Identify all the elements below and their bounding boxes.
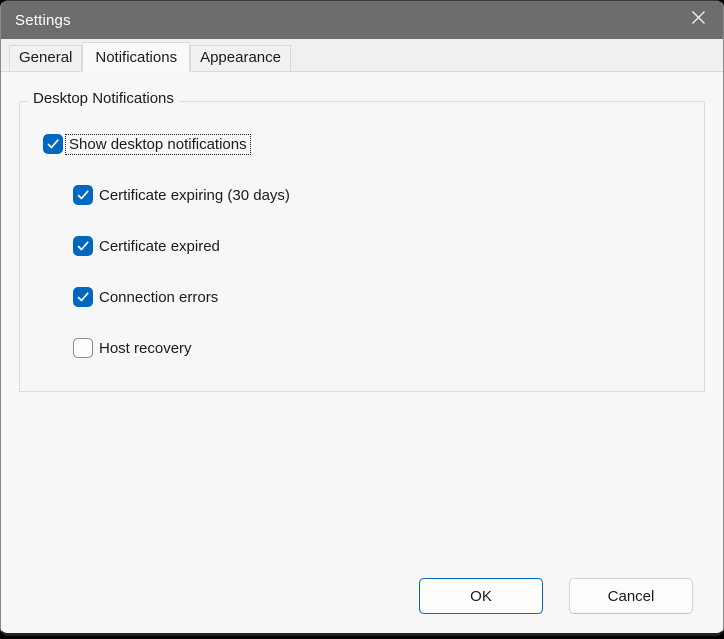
tab-bar: General Notifications Appearance <box>1 39 723 72</box>
titlebar[interactable]: Settings <box>1 1 723 39</box>
close-button[interactable] <box>675 1 721 39</box>
tab-general[interactable]: General <box>9 45 83 71</box>
certificate-expiring-checkbox[interactable] <box>73 185 93 205</box>
close-icon <box>691 10 706 30</box>
checkmark-icon <box>73 185 93 205</box>
checkbox-row-show-desktop-notifications[interactable]: Show desktop notifications <box>43 133 251 155</box>
tab-notifications[interactable]: Notifications <box>82 42 191 72</box>
checkbox-row-certificate-expiring[interactable]: Certificate expiring (30 days) <box>73 184 293 206</box>
checkbox-label[interactable]: Show desktop notifications <box>65 133 251 155</box>
tab-appearance[interactable]: Appearance <box>190 45 291 71</box>
checkmark-icon <box>43 134 63 154</box>
cancel-button[interactable]: Cancel <box>569 578 693 614</box>
connection-errors-checkbox[interactable] <box>73 287 93 307</box>
checkmark-icon <box>73 236 93 256</box>
checkbox-label[interactable]: Certificate expiring (30 days) <box>96 186 293 205</box>
window-title: Settings <box>15 11 71 29</box>
checkbox-label[interactable]: Connection errors <box>96 288 221 307</box>
host-recovery-checkbox[interactable] <box>73 338 93 358</box>
ok-button[interactable]: OK <box>419 578 543 614</box>
checkbox-label[interactable]: Host recovery <box>96 339 195 358</box>
checkbox-label[interactable]: Certificate expired <box>96 237 223 256</box>
checkmark-icon <box>73 287 93 307</box>
checkbox-row-certificate-expired[interactable]: Certificate expired <box>73 235 223 257</box>
checkbox-row-host-recovery[interactable]: Host recovery <box>73 337 195 359</box>
certificate-expired-checkbox[interactable] <box>73 236 93 256</box>
show-desktop-notifications-checkbox[interactable] <box>43 134 63 154</box>
settings-dialog: Settings General Notifications Appearanc… <box>0 0 724 636</box>
checkbox-row-connection-errors[interactable]: Connection errors <box>73 286 221 308</box>
group-title: Desktop Notifications <box>28 90 179 107</box>
notifications-tab-panel: Desktop Notifications Show desktop notif… <box>1 71 723 633</box>
